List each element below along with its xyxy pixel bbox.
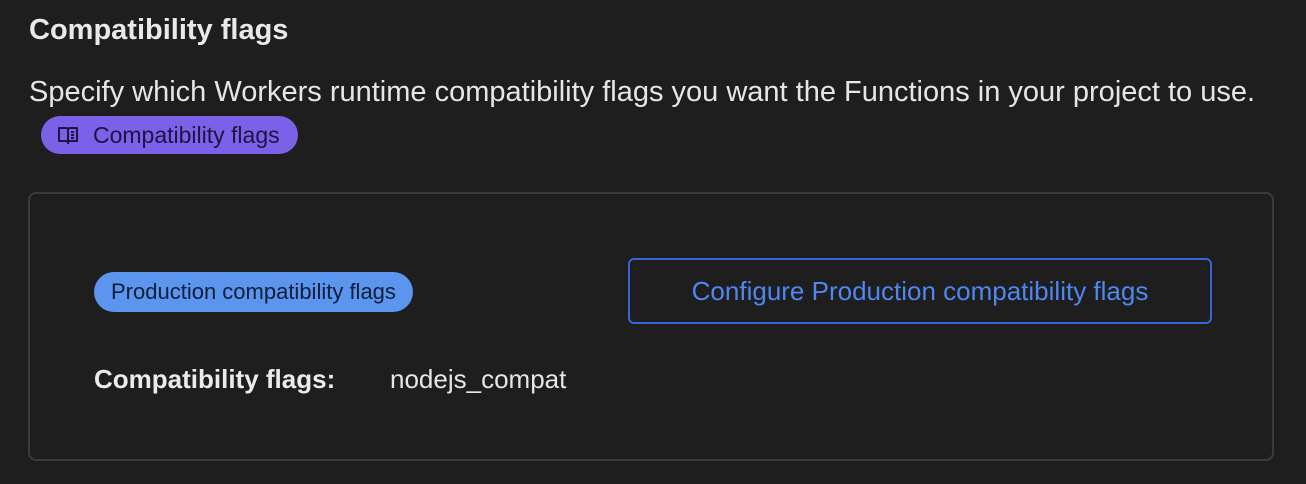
section-title: Compatibility flags <box>29 14 289 46</box>
section-description: Specify which Workers runtime compatibil… <box>29 68 1259 164</box>
flags-row: Compatibility flags: nodejs_compat <box>94 359 566 399</box>
description-text: Specify which Workers runtime compatibil… <box>29 76 1256 108</box>
book-icon <box>57 125 79 145</box>
configure-production-flags-button[interactable]: Configure Production compatibility flags <box>628 258 1212 324</box>
doc-link-label: Compatibility flags <box>93 122 280 148</box>
flags-value: nodejs_compat <box>390 364 567 394</box>
compatibility-flags-doc-link[interactable]: Compatibility flags <box>41 116 298 154</box>
production-flags-card: Production compatibility flags Configure… <box>28 192 1274 461</box>
environment-badge: Production compatibility flags <box>94 272 413 312</box>
flags-label: Compatibility flags: <box>94 364 336 394</box>
